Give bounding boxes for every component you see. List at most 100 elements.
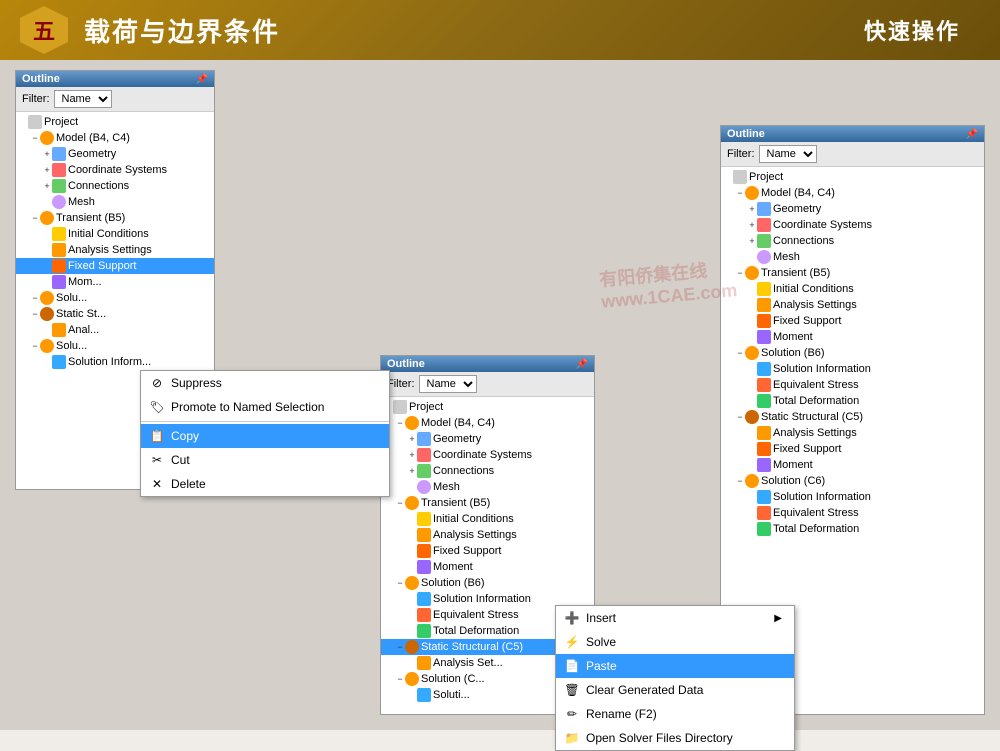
tree-item-geometry[interactable]: +Geometry	[16, 146, 214, 162]
tree-item-deform_b[interactable]: Total Deformation	[721, 393, 984, 409]
tree-item-solution_c6[interactable]: −Solution (C6)	[721, 473, 984, 489]
expand-icon-transient[interactable]: −	[395, 498, 405, 508]
tree-item-moment_c[interactable]: Moment	[721, 457, 984, 473]
expand-icon-solu_b[interactable]: −	[30, 293, 40, 303]
tree-item-solu_c[interactable]: −Solu...	[16, 338, 214, 354]
tree-item-transient[interactable]: −Transient (B5)	[381, 495, 594, 511]
tree-item-geometry[interactable]: +Geometry	[381, 431, 594, 447]
tree-item-solu_b[interactable]: −Solu...	[16, 290, 214, 306]
tree-item-coord[interactable]: +Coordinate Systems	[381, 447, 594, 463]
expand-icon-transient[interactable]: −	[30, 213, 40, 223]
menu2-rename[interactable]: ✏ Rename (F2)	[556, 702, 794, 726]
item-icon-deform	[417, 624, 431, 638]
tree-item-anal2[interactable]: Anal...	[16, 322, 214, 338]
tree-item-connect[interactable]: +Connections	[16, 178, 214, 194]
tree-item-anal_set[interactable]: Analysis Settings	[721, 297, 984, 313]
expand-icon-connect[interactable]: +	[407, 466, 417, 476]
expand-icon-geometry[interactable]: +	[42, 149, 52, 159]
expand-icon-geometry[interactable]: +	[407, 434, 417, 444]
tree-item-mesh[interactable]: Mesh	[721, 249, 984, 265]
folder-icon: 📁	[564, 730, 580, 746]
expand-icon-coord[interactable]: +	[747, 220, 757, 230]
expand-icon-model[interactable]: −	[395, 418, 405, 428]
expand-icon-static_c5[interactable]: −	[395, 642, 405, 652]
menu2-paste[interactable]: 📄 Paste	[556, 654, 794, 678]
expand-icon-geometry[interactable]: +	[747, 204, 757, 214]
paste-icon: 📄	[564, 658, 580, 674]
tree-item-init_cond[interactable]: Initial Conditions	[721, 281, 984, 297]
expand-icon-model[interactable]: −	[30, 133, 40, 143]
tree-item-transient[interactable]: −Transient (B5)	[721, 265, 984, 281]
tree-item-project[interactable]: Project	[381, 399, 594, 415]
panel2-pin[interactable]: 📌	[576, 359, 588, 370]
item-icon-geometry	[417, 432, 431, 446]
header-badge: 五	[20, 6, 68, 54]
tree-item-equiv_c[interactable]: Equivalent Stress	[721, 505, 984, 521]
expand-icon-solu_c[interactable]: −	[30, 341, 40, 351]
expand-icon-model[interactable]: −	[735, 188, 745, 198]
tree-item-mesh[interactable]: Mesh	[16, 194, 214, 210]
panel2-filter-select[interactable]: Name	[419, 375, 477, 393]
expand-icon-solu_c6q[interactable]: −	[395, 674, 405, 684]
tree-item-project[interactable]: Project	[721, 169, 984, 185]
tree-item-fixed_c[interactable]: Fixed Support	[721, 441, 984, 457]
expand-icon-solution_b6[interactable]: −	[735, 348, 745, 358]
expand-icon-solution_c6[interactable]: −	[735, 476, 745, 486]
tree-item-geometry[interactable]: +Geometry	[721, 201, 984, 217]
tree-item-moment[interactable]: Moment	[381, 559, 594, 575]
expand-icon-connect[interactable]: +	[42, 181, 52, 191]
tree-item-solution_b6[interactable]: −Solution (B6)	[381, 575, 594, 591]
tree-item-coord[interactable]: +Coordinate Systems	[721, 217, 984, 233]
tree-item-project[interactable]: Project	[16, 114, 214, 130]
panel3-filter-select[interactable]: Name	[759, 145, 817, 163]
expand-icon-static_c5[interactable]: −	[735, 412, 745, 422]
tree-item-anal_set_c[interactable]: Analysis Settings	[721, 425, 984, 441]
tree-item-analysis[interactable]: Analysis Settings	[381, 527, 594, 543]
panel1-filter-select[interactable]: Name	[54, 90, 112, 108]
tree-item-sol_info2[interactable]: Solution Inform...	[16, 354, 214, 370]
tree-item-coord[interactable]: +Coordinate Systems	[16, 162, 214, 178]
tree-item-equiv_b[interactable]: Equivalent Stress	[721, 377, 984, 393]
tree-item-connect[interactable]: +Connections	[381, 463, 594, 479]
tree-item-moment[interactable]: Mom...	[16, 274, 214, 290]
panel2-filter-label: Filter:	[387, 378, 415, 390]
tree-item-fixed[interactable]: Fixed Support	[381, 543, 594, 559]
menu2-insert[interactable]: ➕ Insert ▶	[556, 606, 794, 630]
tree-item-static_st[interactable]: −Static St...	[16, 306, 214, 322]
menu2-solve[interactable]: ⚡ Solve	[556, 630, 794, 654]
item-icon-geometry	[52, 147, 66, 161]
tree-item-analysis[interactable]: Analysis Settings	[16, 242, 214, 258]
expand-icon-solution_b6[interactable]: −	[395, 578, 405, 588]
panel1-pin[interactable]: 📌	[196, 74, 208, 85]
tree-item-moment[interactable]: Moment	[721, 329, 984, 345]
menu-copy[interactable]: 📋 Copy	[141, 424, 389, 448]
tree-item-transient[interactable]: −Transient (B5)	[16, 210, 214, 226]
menu-suppress[interactable]: ⊘ Suppress	[141, 371, 389, 395]
panel3-pin[interactable]: 📌	[966, 129, 978, 140]
expand-icon-coord[interactable]: +	[407, 450, 417, 460]
menu-promote[interactable]: 🏷 Promote to Named Selection	[141, 395, 389, 419]
expand-icon-transient[interactable]: −	[735, 268, 745, 278]
tree-item-sol_info_b[interactable]: Solution Information	[721, 361, 984, 377]
expand-icon-connect[interactable]: +	[747, 236, 757, 246]
tree-item-fixed_sup[interactable]: Fixed Support	[721, 313, 984, 329]
tree-item-solution_b6[interactable]: −Solution (B6)	[721, 345, 984, 361]
item-label-anal_set: Analysis Set...	[433, 657, 503, 669]
insert-icon: ➕	[564, 610, 580, 626]
tree-item-init[interactable]: Initial Conditions	[16, 226, 214, 242]
tree-item-connect[interactable]: +Connections	[721, 233, 984, 249]
expand-icon-static_st[interactable]: −	[30, 309, 40, 319]
tree-item-model[interactable]: −Model (B4, C4)	[721, 185, 984, 201]
tree-item-init[interactable]: Initial Conditions	[381, 511, 594, 527]
expand-icon-coord[interactable]: +	[42, 165, 52, 175]
menu-delete[interactable]: ✕ Delete	[141, 472, 389, 496]
menu2-clear[interactable]: 🗑 Clear Generated Data	[556, 678, 794, 702]
tree-item-deform_c[interactable]: Total Deformation	[721, 521, 984, 537]
menu-cut[interactable]: ✂ Cut	[141, 448, 389, 472]
tree-item-mesh[interactable]: Mesh	[381, 479, 594, 495]
tree-item-fixed[interactable]: Fixed Support	[16, 258, 214, 274]
tree-item-model[interactable]: −Model (B4, C4)	[381, 415, 594, 431]
tree-item-sol_info_c[interactable]: Solution Information	[721, 489, 984, 505]
tree-item-model[interactable]: −Model (B4, C4)	[16, 130, 214, 146]
tree-item-static_c5[interactable]: −Static Structural (C5)	[721, 409, 984, 425]
